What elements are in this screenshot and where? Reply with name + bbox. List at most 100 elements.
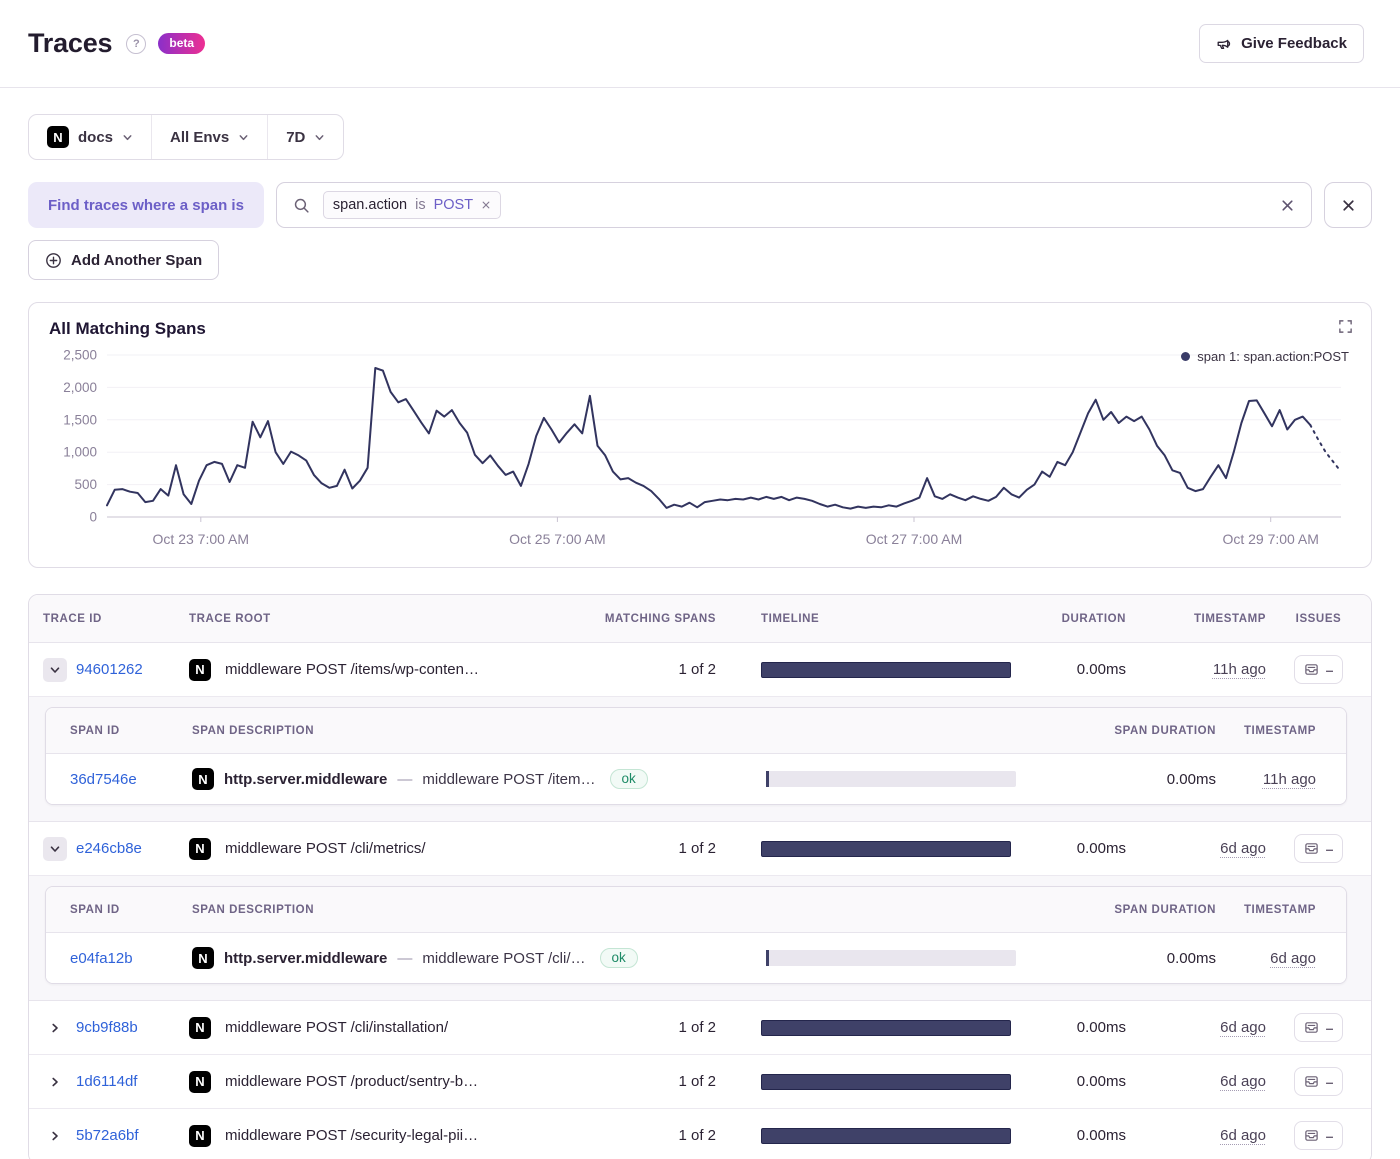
- help-icon[interactable]: ?: [126, 34, 146, 54]
- page-filter-bar: N docs All Envs 7D: [28, 114, 344, 160]
- trace-id-link[interactable]: 1d6114df: [76, 1073, 137, 1090]
- project-filter[interactable]: N docs: [29, 115, 151, 159]
- search-filter-token[interactable]: span.action is POST: [323, 191, 501, 219]
- find-traces-label: Find traces where a span is: [28, 182, 264, 228]
- svg-text:1,500: 1,500: [63, 412, 97, 427]
- span-timestamp-value[interactable]: 11h ago: [1263, 771, 1316, 788]
- issues-count: –: [1326, 1075, 1334, 1089]
- environment-filter[interactable]: All Envs: [151, 115, 267, 159]
- table-row[interactable]: 94601262 N middleware POST /items/wp-con…: [29, 643, 1371, 697]
- trace-table-body: 94601262 N middleware POST /items/wp-con…: [29, 643, 1371, 1159]
- issues-count: –: [1326, 1129, 1334, 1143]
- nextjs-icon: N: [192, 768, 214, 790]
- svg-text:Oct 23 7:00 AM: Oct 23 7:00 AM: [153, 531, 250, 547]
- issues-button[interactable]: –: [1294, 1013, 1344, 1042]
- trace-id-link[interactable]: e246cb8e: [76, 840, 142, 857]
- clear-search-icon[interactable]: [1280, 198, 1295, 213]
- issues-button[interactable]: –: [1294, 655, 1344, 684]
- span-row[interactable]: 36d7546e N http.server.middleware — midd…: [46, 754, 1346, 804]
- issues-button[interactable]: –: [1294, 1121, 1344, 1150]
- give-feedback-button[interactable]: Give Feedback: [1199, 24, 1364, 63]
- timestamp-value[interactable]: 6d ago: [1220, 1019, 1266, 1036]
- span-subtable: SPAN ID SPAN DESCRIPTION SPAN DURATION T…: [45, 886, 1347, 984]
- col-span-duration: SPAN DURATION: [1016, 725, 1216, 737]
- add-another-span-button[interactable]: Add Another Span: [28, 240, 219, 280]
- span-row[interactable]: e04fa12b N http.server.middleware — midd…: [46, 933, 1346, 983]
- issues-count: –: [1326, 1021, 1334, 1035]
- col-trace-id: TRACE ID: [29, 613, 189, 625]
- add-another-span-label: Add Another Span: [71, 252, 202, 269]
- expand-row-button[interactable]: [43, 1070, 67, 1094]
- col-matching-spans: MATCHING SPANS: [596, 613, 716, 625]
- timestamp-value[interactable]: 6d ago: [1220, 1073, 1266, 1090]
- expand-row-button[interactable]: [43, 1016, 67, 1040]
- span-op: http.server.middleware: [224, 950, 387, 967]
- remove-span-row-button[interactable]: [1324, 182, 1372, 228]
- span-timeline-bar[interactable]: [766, 950, 1016, 966]
- table-row[interactable]: 5b72a6bf N middleware POST /security-leg…: [29, 1109, 1371, 1159]
- svg-text:0: 0: [89, 510, 97, 525]
- nextjs-icon: N: [189, 838, 211, 860]
- trace-id-link[interactable]: 5b72a6bf: [76, 1127, 139, 1144]
- issues-inbox-icon: [1304, 1074, 1319, 1089]
- remove-token-icon[interactable]: [481, 200, 491, 210]
- timestamp-value[interactable]: 11h ago: [1213, 661, 1266, 678]
- fullscreen-expand-icon[interactable]: [1338, 319, 1353, 338]
- collapse-row-button[interactable]: [43, 837, 67, 861]
- legend-dot-icon: [1181, 352, 1190, 361]
- span-search-input[interactable]: span.action is POST: [276, 182, 1312, 228]
- span-search-row: Find traces where a span is span.action …: [28, 182, 1372, 228]
- span-duration-value: 0.00ms: [1016, 950, 1216, 967]
- col-trace-root: TRACE ROOT: [189, 613, 596, 625]
- svg-text:500: 500: [74, 477, 97, 492]
- issues-inbox-icon: [1304, 662, 1319, 677]
- table-row[interactable]: 9cb9f88b N middleware POST /cli/installa…: [29, 1001, 1371, 1055]
- timeline-bar[interactable]: [761, 1074, 1011, 1090]
- span-timestamp-value[interactable]: 6d ago: [1270, 950, 1316, 967]
- date-range-filter[interactable]: 7D: [267, 115, 343, 159]
- span-id-link[interactable]: 36d7546e: [70, 771, 137, 788]
- trace-root-text: middleware POST /cli/metrics/: [225, 840, 426, 857]
- chart-legend[interactable]: span 1: span.action:POST: [1181, 349, 1349, 364]
- span-timeline-bar[interactable]: [766, 771, 1016, 787]
- collapse-row-button[interactable]: [43, 658, 67, 682]
- matching-spans-count: 1 of 2: [596, 1127, 716, 1144]
- token-operator: is: [415, 197, 425, 213]
- timeline-bar[interactable]: [761, 1020, 1011, 1036]
- page-title: Traces: [28, 28, 112, 59]
- col-span-id: SPAN ID: [46, 904, 192, 916]
- span-subtable: SPAN ID SPAN DESCRIPTION SPAN DURATION T…: [45, 707, 1347, 805]
- issues-button[interactable]: –: [1294, 834, 1344, 863]
- span-subtable-header: SPAN ID SPAN DESCRIPTION SPAN DURATION T…: [46, 887, 1346, 933]
- duration-value: 0.00ms: [1016, 840, 1126, 857]
- plus-circle-icon: [45, 252, 62, 269]
- svg-text:Oct 29 7:00 AM: Oct 29 7:00 AM: [1222, 531, 1319, 547]
- trace-root-text: middleware POST /security-legal-pii…: [225, 1127, 478, 1144]
- table-row[interactable]: 1d6114df N middleware POST /product/sent…: [29, 1055, 1371, 1109]
- timeline-bar[interactable]: [761, 1128, 1011, 1144]
- trace-id-link[interactable]: 94601262: [76, 661, 143, 678]
- timeline-bar[interactable]: [761, 662, 1011, 678]
- expanded-span-section: SPAN ID SPAN DESCRIPTION SPAN DURATION T…: [29, 697, 1371, 822]
- trace-id-link[interactable]: 9cb9f88b: [76, 1019, 138, 1036]
- col-span-description: SPAN DESCRIPTION: [192, 725, 766, 737]
- nextjs-icon: N: [47, 126, 69, 148]
- col-span-id: SPAN ID: [46, 725, 192, 737]
- table-row[interactable]: e246cb8e N middleware POST /cli/metrics/…: [29, 822, 1371, 876]
- timestamp-value[interactable]: 6d ago: [1220, 1127, 1266, 1144]
- issues-inbox-icon: [1304, 841, 1319, 856]
- beta-badge: beta: [158, 33, 205, 54]
- megaphone-icon: [1216, 36, 1232, 52]
- expanded-span-section: SPAN ID SPAN DESCRIPTION SPAN DURATION T…: [29, 876, 1371, 1001]
- span-status-badge: ok: [600, 948, 638, 968]
- span-description: middleware POST /cli/…: [422, 950, 585, 967]
- span-status-badge: ok: [610, 769, 648, 789]
- issues-button[interactable]: –: [1294, 1067, 1344, 1096]
- dash-separator: —: [397, 950, 412, 967]
- expand-row-button[interactable]: [43, 1124, 67, 1148]
- timeline-bar[interactable]: [761, 841, 1011, 857]
- timestamp-value[interactable]: 6d ago: [1220, 840, 1266, 857]
- span-id-link[interactable]: e04fa12b: [70, 950, 133, 967]
- col-span-description: SPAN DESCRIPTION: [192, 904, 766, 916]
- matching-spans-count: 1 of 2: [596, 840, 716, 857]
